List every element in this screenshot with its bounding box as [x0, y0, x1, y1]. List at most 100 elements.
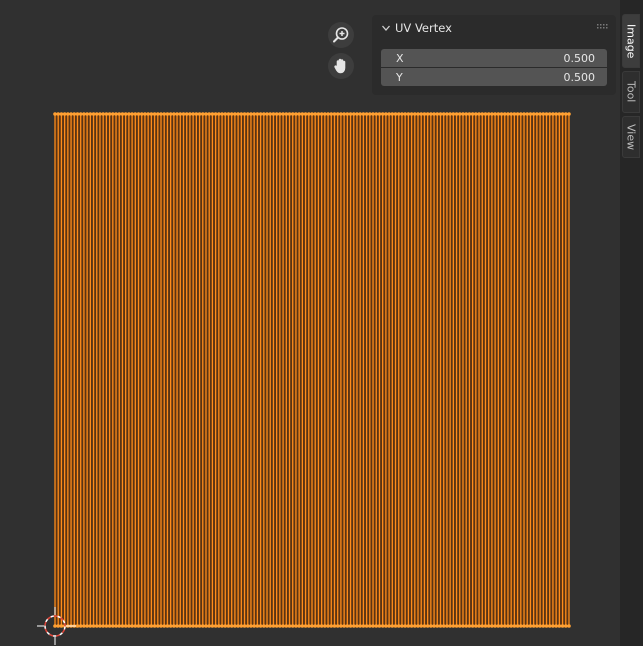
uv-vertex[interactable]	[490, 112, 494, 116]
uv-vertex[interactable]	[184, 624, 189, 628]
uv-vertex[interactable]	[509, 624, 513, 628]
uv-vertex[interactable]	[300, 624, 305, 628]
uv-vertex[interactable]	[396, 112, 401, 116]
uv-vertex[interactable]	[435, 624, 440, 628]
uv-vertex[interactable]	[184, 112, 189, 116]
uv-vertex[interactable]	[133, 112, 138, 116]
uv-vertex[interactable]	[233, 624, 237, 628]
uv-vertex[interactable]	[496, 624, 501, 628]
uv-vertex[interactable]	[88, 624, 93, 628]
uv-vertex[interactable]	[104, 112, 109, 116]
uv-vertex[interactable]	[438, 624, 443, 628]
uv-vertex[interactable]	[101, 624, 105, 628]
uv-vertex[interactable]	[499, 112, 504, 116]
uv-vertex[interactable]	[287, 624, 292, 628]
uv-vertex[interactable]	[197, 112, 202, 116]
uv-vertex[interactable]	[470, 112, 475, 116]
x-coordinate-field[interactable]: X 0.500	[381, 49, 607, 67]
uv-mesh-canvas[interactable]	[0, 0, 620, 646]
uv-vertex[interactable]	[191, 624, 195, 628]
uv-vertex[interactable]	[94, 112, 99, 116]
uv-vertex[interactable]	[454, 112, 459, 116]
uv-vertex[interactable]	[310, 624, 314, 628]
uv-vertex[interactable]	[297, 112, 301, 116]
uv-vertex[interactable]	[567, 624, 571, 628]
uv-vertex[interactable]	[496, 112, 501, 116]
uv-vertex[interactable]	[127, 624, 131, 628]
uv-vertex[interactable]	[130, 624, 134, 628]
uv-vertex[interactable]	[290, 112, 295, 116]
uv-vertex[interactable]	[538, 112, 542, 116]
uv-vertex[interactable]	[413, 624, 417, 628]
uv-vertex[interactable]	[451, 624, 456, 628]
uv-vertex[interactable]	[217, 112, 221, 116]
uv-vertex[interactable]	[515, 624, 520, 628]
tab-view[interactable]: View	[622, 116, 640, 158]
uv-vertex[interactable]	[194, 624, 199, 628]
uv-vertex[interactable]	[358, 112, 362, 116]
uv-vertex[interactable]	[262, 624, 266, 628]
uv-vertex[interactable]	[474, 624, 478, 628]
uv-vertex[interactable]	[419, 624, 424, 628]
uv-vertex[interactable]	[355, 112, 359, 116]
uv-vertex[interactable]	[400, 112, 404, 116]
uv-vertex[interactable]	[512, 112, 517, 116]
uv-vertex[interactable]	[278, 624, 282, 628]
uv-vertex[interactable]	[156, 624, 160, 628]
uv-vertex[interactable]	[242, 112, 247, 116]
uv-vertex[interactable]	[204, 112, 208, 116]
uv-vertex[interactable]	[207, 624, 211, 628]
uv-vertex[interactable]	[384, 624, 388, 628]
uv-vertex[interactable]	[69, 112, 73, 116]
uv-vertex[interactable]	[181, 112, 186, 116]
uv-vertex[interactable]	[380, 112, 385, 116]
uv-vertex[interactable]	[522, 624, 526, 628]
uv-vertex[interactable]	[204, 624, 208, 628]
uv-vertex[interactable]	[207, 112, 211, 116]
uv-vertex[interactable]	[181, 624, 186, 628]
uv-vertex[interactable]	[191, 112, 195, 116]
uv-vertex[interactable]	[294, 112, 298, 116]
uv-vertex[interactable]	[474, 112, 478, 116]
uv-vertex[interactable]	[306, 624, 311, 628]
uv-vertex[interactable]	[233, 112, 237, 116]
uv-vertex[interactable]	[162, 624, 167, 628]
uv-vertex[interactable]	[262, 112, 266, 116]
uv-vertex[interactable]	[91, 624, 96, 628]
uv-vertex[interactable]	[156, 112, 160, 116]
uv-vertex[interactable]	[143, 112, 147, 116]
uv-vertex[interactable]	[223, 112, 228, 116]
uv-vertex[interactable]	[477, 624, 481, 628]
uv-vertex[interactable]	[278, 112, 282, 116]
uv-vertex[interactable]	[541, 112, 546, 116]
uv-vertex[interactable]	[268, 624, 273, 628]
uv-vertex[interactable]	[249, 624, 253, 628]
uv-vertex[interactable]	[274, 112, 279, 116]
uv-vertex[interactable]	[368, 112, 372, 116]
uv-vertex[interactable]	[78, 624, 83, 628]
uv-vertex[interactable]	[252, 112, 256, 116]
uv-vertex[interactable]	[56, 624, 61, 628]
uv-vertex[interactable]	[111, 624, 115, 628]
uv-vertex[interactable]	[178, 624, 183, 628]
uv-vertex[interactable]	[175, 112, 179, 116]
uv-vertex[interactable]	[493, 624, 497, 628]
uv-vertex[interactable]	[483, 112, 488, 116]
uv-vertex[interactable]	[339, 112, 343, 116]
uv-vertex[interactable]	[200, 624, 205, 628]
uv-vertex[interactable]	[326, 112, 330, 116]
uv-vertex[interactable]	[239, 112, 244, 116]
uv-vertex[interactable]	[274, 624, 279, 628]
uv-vertex[interactable]	[117, 624, 122, 628]
uv-vertex[interactable]	[323, 624, 327, 628]
uv-vertex[interactable]	[252, 624, 256, 628]
uv-vertex[interactable]	[136, 112, 141, 116]
uv-vertex[interactable]	[371, 624, 375, 628]
uv-vertex[interactable]	[236, 624, 240, 628]
uv-vertex[interactable]	[265, 112, 269, 116]
uv-vertex[interactable]	[519, 624, 523, 628]
uv-vertex[interactable]	[377, 112, 382, 116]
uv-vertex[interactable]	[406, 112, 411, 116]
uv-vertex[interactable]	[506, 624, 510, 628]
uv-vertex[interactable]	[313, 624, 318, 628]
